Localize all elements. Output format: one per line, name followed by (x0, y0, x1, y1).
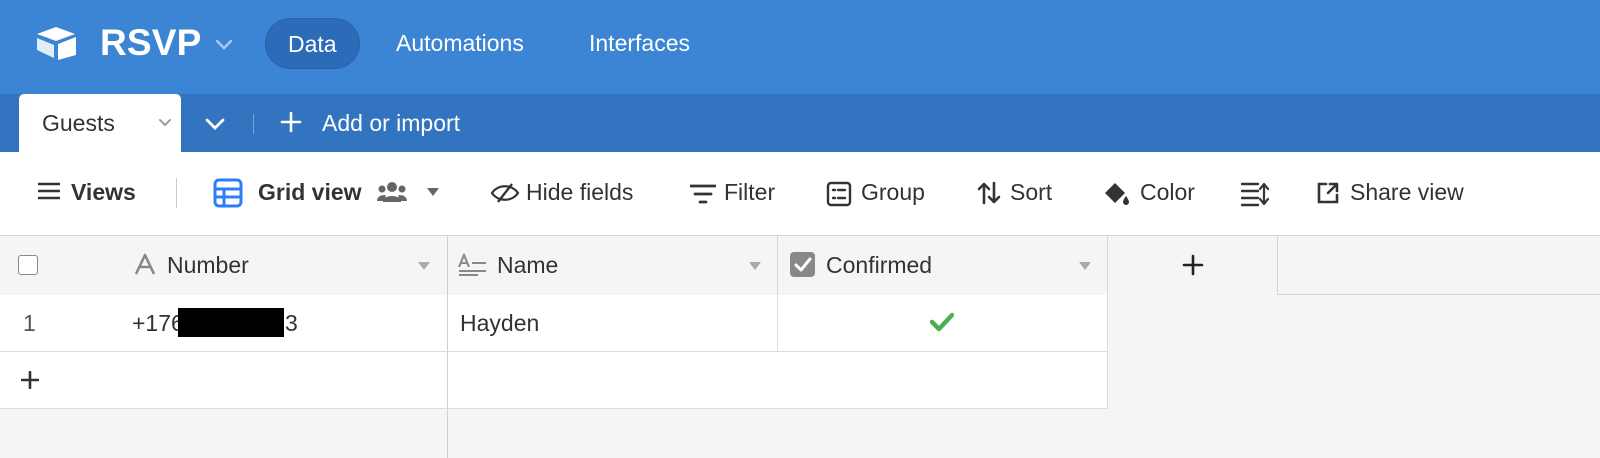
share-view-label: Share view (1350, 179, 1464, 205)
plus-icon (280, 111, 302, 133)
filter-label: Filter (724, 179, 776, 205)
number-cell-suffix: 3 (285, 310, 298, 336)
hide-fields-button[interactable]: Hide fields (490, 179, 650, 207)
nav-automations[interactable]: Automations (374, 18, 546, 69)
view-toolbar: Views Grid view Hide fields Filter Group… (0, 152, 1600, 236)
app-header: RSVP Data Automations Interfaces (0, 0, 1600, 94)
grid-view-selector[interactable]: Grid view (213, 178, 443, 208)
column-header-label: Name (497, 252, 559, 278)
grid-view-label: Grid view (258, 179, 362, 205)
caret-down-icon[interactable] (1079, 262, 1091, 270)
plus-icon (1182, 254, 1204, 276)
table-tabs-bar: Guests Add or import (0, 94, 1600, 152)
grid-view-icon (213, 178, 243, 208)
views-button[interactable]: Views (38, 179, 158, 207)
add-row-button[interactable] (0, 352, 448, 409)
color-label: Color (1140, 179, 1195, 205)
row-height-icon (1241, 182, 1269, 207)
name-cell-text: Hayden (460, 310, 540, 336)
filter-icon (690, 184, 716, 204)
caret-down-icon[interactable] (749, 262, 761, 270)
checkmark-icon (930, 312, 954, 332)
sort-label: Sort (1010, 179, 1053, 205)
color-button[interactable]: Color (1102, 179, 1202, 207)
caret-down-icon (427, 188, 439, 196)
hide-fields-icon (490, 183, 520, 203)
share-view-button[interactable]: Share view (1316, 179, 1476, 207)
sort-icon (977, 181, 1001, 205)
paint-bucket-icon (1105, 183, 1129, 205)
name-cell[interactable]: Hayden (448, 295, 778, 352)
all-tables-chevron-icon[interactable] (204, 117, 226, 131)
tab-guests-label: Guests (42, 110, 115, 136)
collaborative-view-icon (377, 182, 407, 202)
sort-button[interactable]: Sort (977, 179, 1067, 207)
group-label: Group (861, 179, 925, 205)
group-icon (826, 181, 852, 207)
tab-divider (253, 114, 254, 134)
views-label: Views (71, 179, 136, 205)
column-header-label: Confirmed (826, 252, 933, 278)
chevron-down-icon[interactable] (214, 38, 234, 52)
long-text-icon (458, 253, 486, 276)
plus-icon (21, 371, 39, 389)
nav-interfaces[interactable]: Interfaces (567, 18, 712, 69)
share-external-icon (1317, 182, 1339, 204)
add-field-button[interactable] (1108, 236, 1278, 295)
add-row-area[interactable] (448, 352, 1108, 409)
nav-data[interactable]: Data (265, 18, 360, 69)
add-or-import-label: Add or import (322, 110, 461, 136)
grid: Number Name Confirmed 1 +176 3 Hayden (0, 236, 1600, 458)
row-height-button[interactable] (1241, 179, 1271, 207)
confirmed-cell[interactable] (778, 295, 1108, 352)
row-number: 1 (23, 310, 36, 336)
checkbox-icon (790, 252, 815, 277)
chevron-down-icon[interactable] (158, 118, 172, 128)
filter-button[interactable]: Filter (690, 179, 790, 207)
number-cell-prefix: +176 (132, 310, 184, 336)
base-logo-icon[interactable] (34, 25, 78, 61)
group-button[interactable]: Group (826, 179, 936, 207)
menu-icon (38, 182, 60, 200)
column-header-confirmed[interactable]: Confirmed (778, 236, 1108, 295)
hide-fields-label: Hide fields (526, 179, 634, 205)
column-header-name[interactable]: Name (448, 236, 778, 295)
base-name[interactable]: RSVP (100, 22, 202, 64)
table-row[interactable]: 1 +176 3 (0, 295, 448, 352)
redaction-bar (178, 308, 284, 337)
tab-guests[interactable]: Guests (19, 94, 181, 152)
toolbar-divider (176, 178, 177, 208)
